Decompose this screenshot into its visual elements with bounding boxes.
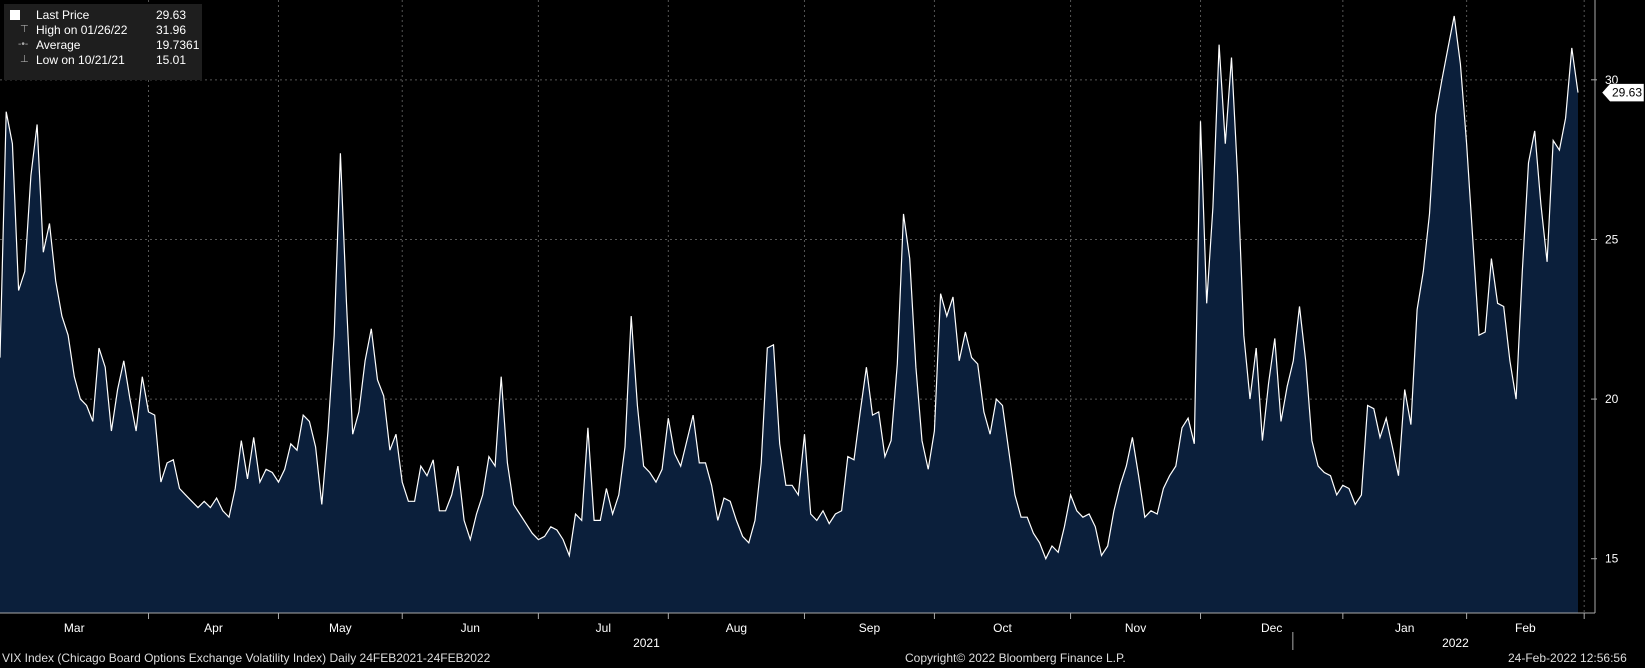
footer-timestamp: 24-Feb-2022 12:56:56 <box>1508 651 1627 665</box>
legend-box: Last Price 29.63 ⊤ High on 01/26/22 31.9… <box>4 4 202 80</box>
last-price-tag-label: 29.63 <box>1612 86 1642 100</box>
legend-average-value: 19.7361 <box>156 38 200 52</box>
vix-chart: 15202530Mar Apr May Jun Jul Aug Sep Oct Nov Dec Ja… <box>0 0 1645 650</box>
x-year-label: 2022 <box>1442 636 1469 650</box>
y-tick-label: 20 <box>1605 392 1619 406</box>
x-month-label: May <box>329 621 352 635</box>
legend-low-label: Low on 10/21/21 <box>36 53 125 67</box>
legend-last-label: Last Price <box>36 8 90 22</box>
x-month-label: Aug <box>726 621 747 635</box>
x-year-label: 2021 <box>633 636 660 650</box>
low-marker-icon: ⊥ <box>20 54 29 65</box>
y-tick-label: 15 <box>1605 552 1619 566</box>
square-icon <box>10 10 20 20</box>
legend-last-value: 29.63 <box>156 8 187 22</box>
price-line <box>0 15 1579 561</box>
y-tick-label: 25 <box>1605 232 1619 246</box>
high-marker-icon: ⊤ <box>20 24 29 35</box>
average-marker-icon: -•- <box>18 39 29 50</box>
x-month-label: Mar <box>64 621 85 635</box>
x-month-label: Feb <box>1515 621 1536 635</box>
legend-high-label: High on 01/26/22 <box>36 23 128 37</box>
x-month-label: Jun <box>461 621 480 635</box>
x-month-label: Sep <box>859 621 881 635</box>
x-month-label: Apr <box>204 621 223 635</box>
legend-low-value: 15.01 <box>156 53 187 67</box>
x-month-label: Dec <box>1261 621 1282 635</box>
x-month-label: Nov <box>1125 621 1146 635</box>
x-month-label: Jan <box>1395 621 1414 635</box>
price-area-fill <box>0 16 1578 613</box>
x-month-label: Jul <box>596 621 611 635</box>
footer-description: VIX Index (Chicago Board Options Exchang… <box>2 651 491 665</box>
legend-high-value: 31.96 <box>156 23 187 37</box>
legend-average-label: Average <box>36 38 81 52</box>
x-month-label: Oct <box>993 621 1012 635</box>
footer-copyright: Copyright© 2022 Bloomberg Finance L.P. <box>905 651 1126 665</box>
